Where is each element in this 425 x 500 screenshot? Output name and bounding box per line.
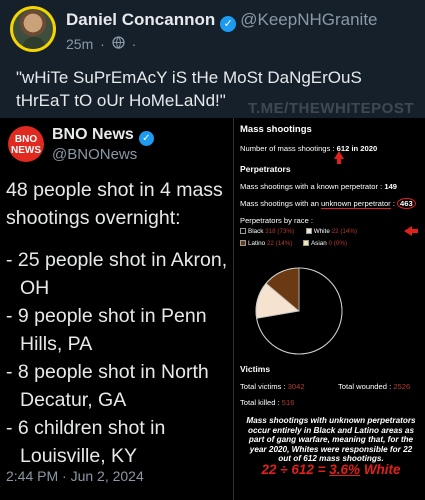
- legend-row-2: Latino 22 (14%) Asian 0 (0%): [240, 240, 347, 247]
- bno-logo: BNO NEWS: [8, 126, 44, 162]
- globe-icon: [112, 36, 125, 52]
- legend-swatch: [240, 228, 246, 234]
- unknown-perpetrator: Mass shootings with an unknown perpetrat…: [240, 198, 416, 209]
- infographic: Mass shootings Number of mass shootings …: [234, 118, 425, 500]
- total-shootings: Number of mass shootings : 612 in 2020: [240, 144, 378, 153]
- total-victims: Total victims : 3042: [240, 382, 305, 391]
- quote-author-handle: @BNONews: [52, 146, 138, 163]
- race-pie-chart: [254, 266, 344, 356]
- quote-author-name: BNO News ✓: [52, 126, 158, 146]
- by-race-label: Perpetrators by race :: [240, 216, 314, 225]
- list-item: - 9 people shot in Penn Hills, PA: [6, 305, 207, 355]
- known-perpetrator: Mass shootings with a known perpetrator …: [240, 182, 398, 191]
- perpetrators-header: Perpetrators: [240, 164, 291, 174]
- legend-swatch: [302, 240, 309, 246]
- author-line: Daniel Concannon ✓ @KeepNHGranite: [66, 10, 378, 32]
- author-handle[interactable]: @KeepNHGranite: [240, 10, 377, 29]
- post-age[interactable]: 25m: [66, 36, 93, 52]
- infographic-title: Mass shootings: [240, 124, 312, 135]
- separator-dot: ·: [100, 36, 105, 52]
- arrow-up-icon: [334, 151, 344, 159]
- quoted-tweet: BNO NEWS BNO News ✓ @BNONews 48 people sh…: [0, 118, 234, 500]
- separator-dot: ·: [131, 36, 137, 52]
- avatar[interactable]: [10, 6, 56, 52]
- total-wounded: Total wounded : 2526: [338, 382, 411, 391]
- watermark: T.ME/THEWHITEPOST: [248, 100, 414, 117]
- victims-header: Victims: [240, 364, 271, 374]
- verified-icon: ✓: [220, 16, 237, 32]
- legend-swatch: [240, 240, 246, 246]
- embedded-image[interactable]: BNO NEWS BNO News ✓ @BNONews 48 people sh…: [0, 118, 425, 500]
- list-item: - 25 people shot in Akron, OH: [6, 249, 228, 299]
- total-killed: Total killed : 516: [240, 398, 295, 407]
- list-item: - 8 people shot in North Decatur, GA: [6, 361, 209, 411]
- quote-body: 48 people shot in 4 mass shootings overn…: [6, 176, 232, 470]
- author-name[interactable]: Daniel Concannon: [66, 10, 215, 29]
- list-item: - 6 children shot in Louisville, KY: [6, 417, 166, 467]
- infographic-note: Mass shootings with unknown perpetrators…: [246, 416, 416, 464]
- legend-swatch: [305, 228, 312, 234]
- quote-timestamp: 2:44 PM · Jun 2, 2024: [6, 468, 144, 484]
- quote-intro: 48 people shot in 4 mass shootings overn…: [6, 179, 223, 229]
- formula: 22 ÷ 612 = 3.6% White: [261, 462, 401, 477]
- post-header: Daniel Concannon ✓ @KeepNHGranite 25m · ·: [10, 6, 420, 58]
- legend-row-1: Black 318 (73%) White 22 (14%): [240, 228, 357, 235]
- post-meta: 25m · ·: [66, 36, 139, 52]
- verified-icon: ✓: [138, 131, 154, 146]
